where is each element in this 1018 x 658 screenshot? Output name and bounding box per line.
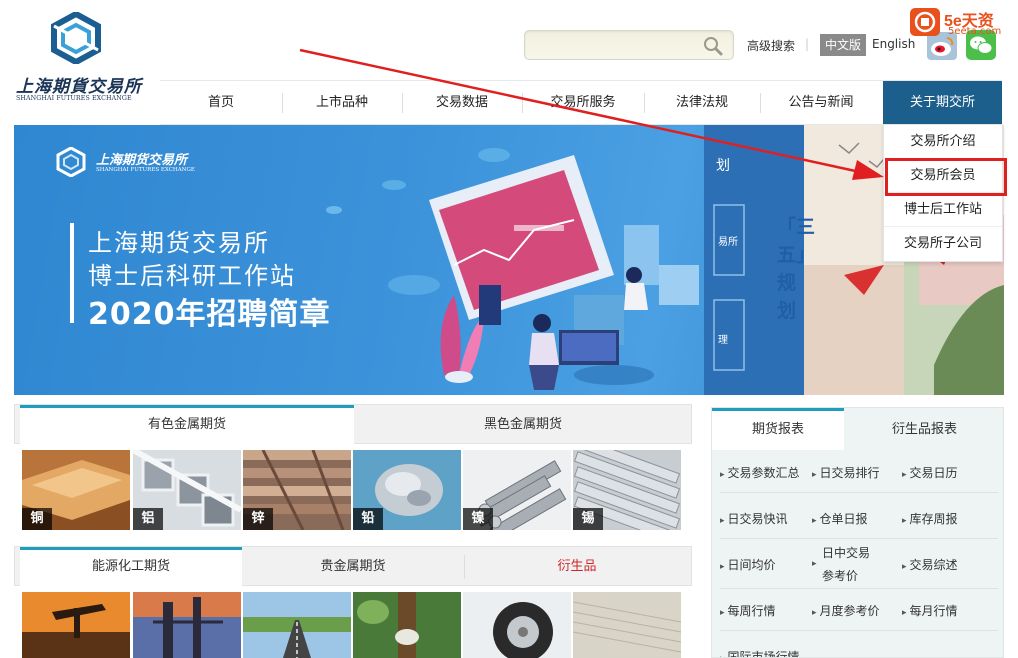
report-link[interactable]: 每周行情 [720, 602, 776, 619]
tab-precious-metals[interactable]: 贵金属期货 [242, 547, 464, 585]
banner-peek-text-1: 划 [716, 158, 730, 174]
search-input[interactable] [533, 36, 693, 54]
report-link[interactable]: 月度参考价 [812, 602, 880, 619]
report-link[interactable]: 交易参数汇总 [720, 464, 800, 481]
reports-tabs: 期货报表 衍生品报表 [712, 408, 1003, 450]
product-tile-tin[interactable]: 锡 [573, 450, 681, 530]
nav-trading-data[interactable]: 交易数据 [402, 81, 522, 125]
dropdown-item-intro[interactable]: 交易所介绍 [884, 125, 1002, 159]
bullet-icon: ▸ [812, 559, 817, 569]
nav-announcements[interactable]: 公告与新闻 [760, 81, 882, 125]
banner-peek-text-2: 易所 [718, 237, 738, 248]
metal-tabs: 有色金属期货 黑色金属期货 [14, 404, 692, 445]
report-link[interactable]: 仓单日报 [812, 510, 868, 527]
asphalt-image [243, 592, 351, 658]
hero-banner[interactable]: 上海期货交易所 SHANGHAI FUTURES EXCHANGE 上海期货交易… [14, 125, 1004, 395]
product-tile-fuel-oil[interactable] [133, 592, 241, 658]
row-divider [720, 630, 998, 631]
product-tile-natural-rubber[interactable] [353, 592, 461, 658]
logo-name-cn: 上海期貨交易所 [16, 77, 142, 97]
separator: | [805, 37, 810, 51]
banner-peek-text-3: 理 [718, 335, 728, 346]
row-divider [720, 492, 998, 493]
product-tile-zinc[interactable]: 锌 [243, 450, 351, 530]
report-link[interactable]: 日中交易参考价 [822, 542, 878, 588]
advanced-search-link[interactable]: 高级搜索 [747, 37, 795, 54]
product-tile-lead[interactable]: 铅 [353, 450, 461, 530]
report-link[interactable]: 国际市场行情 [720, 648, 800, 657]
rubber-image [353, 592, 461, 658]
tab-derivatives-reports[interactable]: 衍生品报表 [844, 408, 1003, 450]
product-tile-aluminum[interactable]: 铝 [133, 450, 241, 530]
nav-about-exchange[interactable]: 关于期交所 [883, 81, 1002, 125]
product-tile-asphalt[interactable] [243, 592, 351, 658]
tile-label: 铜 [22, 508, 52, 530]
tile-label: 锡 [573, 508, 603, 530]
nav-laws[interactable]: 法律法规 [644, 81, 760, 125]
language-chinese-button[interactable]: 中文版 [820, 34, 867, 56]
row-divider [720, 588, 998, 589]
report-link[interactable]: 日交易排行 [812, 464, 880, 481]
banner-vertical-text: 「三五」规划 [777, 216, 816, 322]
energy-futures-panel: 能源化工期货 贵金属期货 衍生品 [14, 546, 692, 658]
banner-title-line3: 2020年招聘简章 [88, 297, 331, 332]
tab-derivatives[interactable]: 衍生品 [465, 547, 689, 585]
tab-energy-chemical[interactable]: 能源化工期货 [20, 547, 242, 587]
tire-image [463, 592, 571, 658]
banner-title-line2: 博士后科研工作站 [88, 262, 296, 290]
report-link[interactable]: 交易日历 [902, 464, 958, 481]
product-tile-nickel[interactable]: 镍 [463, 450, 571, 530]
fuel-oil-image [133, 592, 241, 658]
highlight-box [885, 158, 1007, 196]
product-tile-crude-oil[interactable] [22, 592, 130, 658]
product-tile-copper[interactable]: 铜 [22, 450, 130, 530]
banner-accent-bar [70, 223, 74, 323]
pulp-image [573, 592, 681, 658]
search-icon[interactable] [703, 36, 723, 56]
product-tile-rubber-tire[interactable] [463, 592, 571, 658]
tile-label: 铅 [353, 508, 383, 530]
dropdown-item-postdoc[interactable]: 博士后工作站 [884, 193, 1002, 227]
energy-tabs: 能源化工期货 贵金属期货 衍生品 [14, 546, 692, 587]
report-link[interactable]: 库存周报 [902, 510, 958, 527]
tile-label: 铝 [133, 508, 163, 530]
language-english-link[interactable]: English [872, 37, 915, 51]
nav-exchange-services[interactable]: 交易所服务 [522, 81, 644, 125]
report-link[interactable]: 日间均价 [720, 556, 776, 573]
tile-label: 镍 [463, 508, 493, 530]
tab-nonferrous-metals[interactable]: 有色金属期货 [20, 405, 354, 445]
exchange-logo-icon [51, 12, 101, 64]
banner-title-line1: 上海期货交易所 [88, 229, 270, 257]
row-divider [720, 538, 998, 539]
nav-products[interactable]: 上市品种 [282, 81, 402, 125]
watermark-logo-icon [910, 8, 940, 36]
nav-home[interactable]: 首页 [160, 81, 282, 125]
watermark-url: 5eeta.com [948, 26, 1002, 37]
report-link[interactable]: 交易综述 [902, 556, 958, 573]
report-link[interactable]: 每月行情 [902, 602, 958, 619]
tab-ferrous-metals[interactable]: 黑色金属期货 [354, 405, 692, 443]
site-logo[interactable]: 上海期貨交易所 SHANGHAI FUTURES EXCHANGE [16, 12, 142, 107]
report-link[interactable]: 日交易快讯 [720, 510, 788, 527]
search-box [524, 30, 734, 60]
metal-futures-panel: 有色金属期货 黑色金属期货 铜 铝 锌 铅 镍 锡 [14, 404, 692, 536]
main-nav: 首页 上市品种 交易数据 交易所服务 法律法规 公告与新闻 关于期交所 [160, 80, 1002, 125]
dropdown-item-subsidiaries[interactable]: 交易所子公司 [884, 227, 1002, 261]
product-tile-paper-pulp[interactable] [573, 592, 681, 658]
watermark: 5e天资 5eeta.com [910, 6, 1016, 38]
tile-label: 锌 [243, 508, 273, 530]
reports-panel: 期货报表 衍生品报表 交易参数汇总 日交易排行 交易日历 日交易快讯 仓单日报 … [711, 407, 1004, 658]
tab-futures-reports[interactable]: 期货报表 [712, 408, 844, 450]
logo-name-en: SHANGHAI FUTURES EXCHANGE [16, 95, 132, 102]
oil-image [22, 592, 130, 658]
